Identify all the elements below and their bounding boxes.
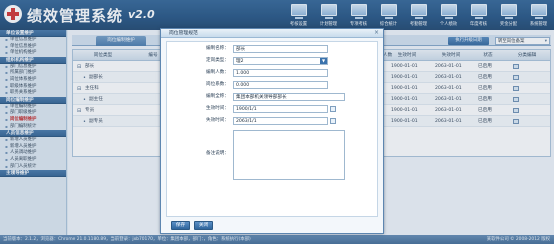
calendar-icon[interactable] bbox=[330, 106, 336, 112]
field-label: 岗位系数： bbox=[206, 82, 229, 87]
field-label: 备注说明： bbox=[206, 151, 229, 156]
close-button[interactable]: 关闭 bbox=[194, 221, 213, 230]
post-edit-dialog: 岗位管理规范 × 编制名称： 部长 定岗类型： 理2 ▼ 编制人数： 1.000… bbox=[160, 28, 384, 234]
form-row-remark: 备注说明： bbox=[167, 130, 379, 180]
field-label: 编制全称： bbox=[206, 94, 229, 99]
end-date-input[interactable]: 2063/1/1 bbox=[233, 117, 328, 125]
dialog-titlebar[interactable]: 岗位管理规范 × bbox=[161, 29, 383, 38]
dialog-title: 岗位管理规范 bbox=[169, 31, 198, 36]
coefficient-input[interactable]: 0.000 bbox=[233, 81, 328, 89]
field-label: 编制名称： bbox=[206, 46, 229, 51]
form-row-type: 定岗类型： 理2 ▼ bbox=[167, 57, 379, 67]
field-label: 编制人数： bbox=[206, 70, 229, 75]
form-row-fullname: 编制全称： 集团本部机关领导部部长 bbox=[167, 93, 379, 103]
form-row-end: 失效时间： 2063/1/1 bbox=[167, 117, 379, 127]
dialog-form: 编制名称： 部长 定岗类型： 理2 ▼ 编制人数： 1.000 岗位系数： 0.… bbox=[166, 41, 378, 217]
post-name-input[interactable]: 部长 bbox=[233, 45, 328, 53]
field-label: 失效时间： bbox=[206, 118, 229, 123]
field-label: 定岗类型： bbox=[206, 58, 229, 63]
headcount-input[interactable]: 1.000 bbox=[233, 69, 328, 77]
post-type-select[interactable]: 理2 ▼ bbox=[233, 57, 328, 65]
remark-textarea[interactable] bbox=[233, 130, 345, 180]
form-row-count: 编制人数： 1.000 bbox=[167, 69, 379, 79]
close-icon[interactable]: × bbox=[373, 30, 380, 37]
full-name-input[interactable]: 集团本部机关领导部部长 bbox=[233, 93, 345, 101]
select-value: 理2 bbox=[236, 59, 244, 64]
form-row-name: 编制名称： 部长 bbox=[167, 45, 379, 55]
form-row-coef: 岗位系数： 0.000 bbox=[167, 81, 379, 91]
dialog-footer: 保存 关闭 bbox=[161, 216, 383, 233]
calendar-icon[interactable] bbox=[330, 118, 336, 124]
save-button[interactable]: 保存 bbox=[171, 221, 190, 230]
field-label: 生效时间： bbox=[206, 106, 229, 111]
form-row-start: 生效时间： 1900/1/1 bbox=[167, 105, 379, 115]
start-date-input[interactable]: 1900/1/1 bbox=[233, 105, 328, 113]
chevron-down-icon[interactable]: ▼ bbox=[320, 58, 327, 64]
